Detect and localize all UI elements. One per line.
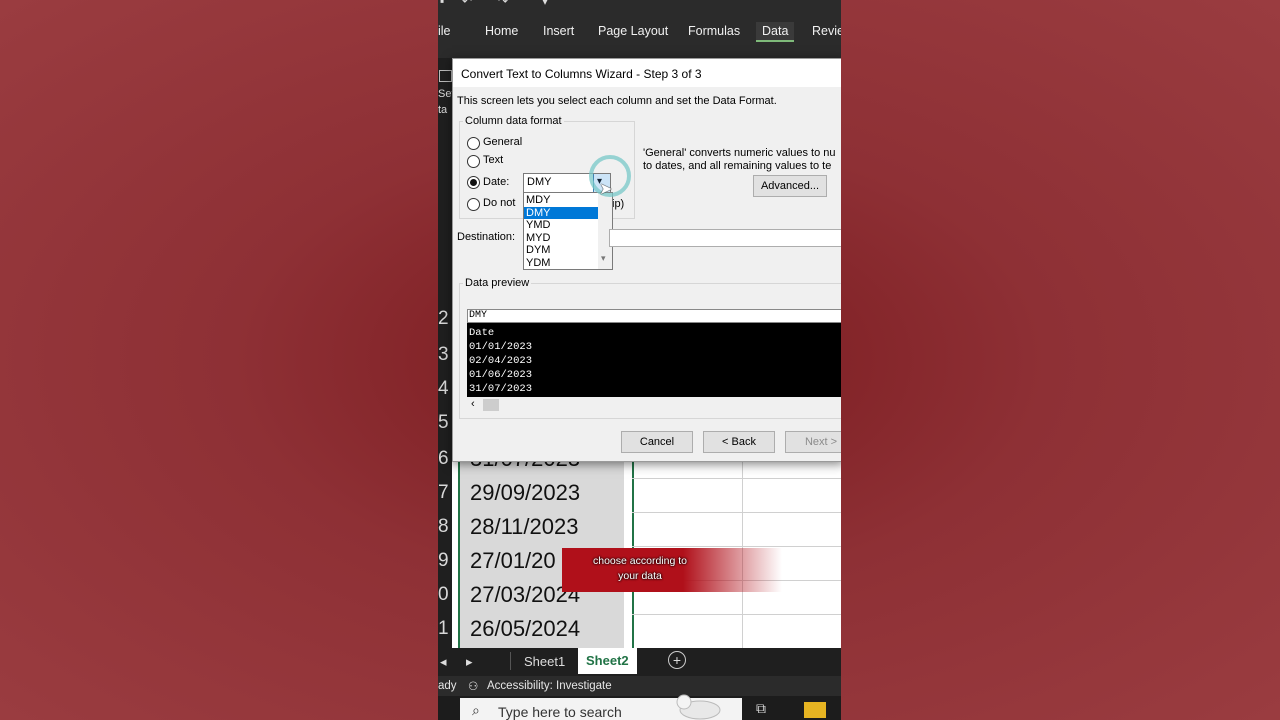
option-ydm[interactable]: YDM	[524, 257, 598, 270]
scroll-thumb[interactable]	[483, 399, 499, 411]
tab-page-layout[interactable]: Page Layout	[598, 24, 668, 38]
dialog-intro: This screen lets you select each column …	[457, 95, 777, 107]
row-number[interactable]: 4	[438, 378, 452, 400]
advanced-button[interactable]: Advanced...	[753, 175, 827, 197]
undo-icon[interactable]: ↶	[462, 0, 472, 8]
general-note: 'General' converts numeric values to nu	[643, 147, 836, 159]
general-note: to dates, and all remaining values to te	[643, 160, 832, 172]
row-number[interactable]: 6	[438, 448, 452, 470]
back-button[interactable]: < Back	[703, 431, 775, 453]
sheet-tab-bar: ◂ ▸ Sheet1 Sheet2 +	[438, 648, 841, 676]
gridline	[632, 512, 841, 513]
redo-icon[interactable]: ↷	[498, 0, 508, 8]
scroll-right-icon[interactable]: ▸	[466, 654, 473, 670]
tab-data[interactable]: Data	[756, 22, 795, 42]
ribbon-label-fragment: ta	[438, 104, 448, 116]
accessibility-status[interactable]: Accessibility: Investigate	[487, 680, 612, 692]
cell[interactable]: 26/05/2024	[460, 614, 624, 649]
selection-border	[458, 458, 460, 648]
row-number[interactable]: 5	[438, 412, 452, 434]
option-mdy[interactable]: MDY	[524, 194, 598, 207]
text-to-columns-dialog: Convert Text to Columns Wizard - Step 3 …	[452, 58, 841, 462]
row-number[interactable]: 1	[438, 618, 452, 640]
preview-line: 02/04/2023	[469, 355, 533, 367]
date-format-value: DMY	[527, 176, 552, 188]
destination-label: Destination:	[457, 231, 516, 243]
row-number[interactable]: 0	[438, 584, 452, 606]
row-number[interactable]: 2	[438, 308, 452, 330]
radio-skip[interactable]	[467, 198, 480, 211]
preview-line: 01/06/2023	[469, 369, 533, 381]
preview-line: 31/07/2023	[469, 383, 533, 395]
scroll-left-icon[interactable]: ‹	[471, 398, 475, 410]
option-dmy[interactable]: DMY	[524, 206, 598, 219]
file-explorer-icon[interactable]	[804, 702, 826, 718]
tab-divider	[510, 652, 511, 670]
taskbar: ⌕ Type here to search ⧉	[438, 694, 841, 720]
dialog-title: Convert Text to Columns Wizard - Step 3 …	[461, 67, 702, 81]
option-myd[interactable]: MYD	[524, 232, 598, 245]
radio-text[interactable]	[467, 155, 480, 168]
customize-qat-icon[interactable]: ▾	[542, 0, 548, 8]
save-icon[interactable]: ▪	[440, 0, 444, 8]
data-preview-pane[interactable]: DMY Date 01/01/2023 02/04/2023 01/06/202…	[467, 309, 841, 397]
tab-insert[interactable]: Insert	[543, 24, 574, 38]
row-number[interactable]: 9	[438, 550, 452, 572]
preview-column-header[interactable]: DMY	[467, 309, 841, 323]
add-sheet-icon[interactable]: +	[668, 651, 686, 669]
next-button[interactable]: Next >	[785, 431, 841, 453]
radio-general[interactable]	[467, 137, 480, 150]
tab-home[interactable]: Home	[485, 24, 518, 38]
option-ymd[interactable]: YMD	[524, 219, 598, 232]
cancel-button[interactable]: Cancel	[621, 431, 693, 453]
radio-skip-label-tail: ip)	[612, 198, 625, 210]
row-number[interactable]: 7	[438, 482, 452, 504]
ribbon: ▪ ↶ ↷ ▾ ile Home Insert Page Layout Form…	[438, 0, 841, 58]
preview-line: Date	[469, 327, 495, 339]
tab-review[interactable]: Revie	[812, 24, 841, 38]
column-format-label: Column data format	[463, 115, 564, 127]
radio-text-label[interactable]: Text	[483, 154, 503, 166]
destination-field[interactable]	[609, 229, 841, 247]
row-number[interactable]: 3	[438, 344, 452, 366]
accessibility-icon[interactable]: ⚇	[468, 679, 478, 693]
gridline	[632, 478, 841, 479]
search-placeholder: Type here to search	[498, 704, 622, 720]
preview-line: 01/01/2023	[469, 341, 533, 353]
preview-scrollbar[interactable]: ‹	[467, 397, 841, 413]
radio-general-label[interactable]: General	[483, 136, 522, 148]
table-icon	[439, 70, 452, 82]
sheet-tab-sheet2[interactable]: Sheet2	[578, 648, 637, 674]
data-preview-label: Data preview	[463, 277, 532, 289]
dialog-titlebar[interactable]: Convert Text to Columns Wizard - Step 3 …	[453, 59, 841, 87]
excel-window: ▪ ↶ ↷ ▾ ile Home Insert Page Layout Form…	[438, 0, 841, 720]
task-view-icon[interactable]: ⧉	[756, 700, 766, 717]
gridline	[632, 546, 841, 547]
date-format-options[interactable]: MDY DMY YMD MYD DYM YDM ▾	[523, 192, 613, 270]
cell[interactable]: 28/11/2023	[460, 512, 624, 547]
scroll-down-icon[interactable]: ▾	[601, 253, 606, 264]
radio-date-label[interactable]: Date:	[483, 176, 509, 188]
caption-text: choose according to your data	[593, 555, 687, 582]
mouse-pointer-icon: ➤	[599, 181, 613, 198]
status-bar: ady ⚇ Accessibility: Investigate	[438, 676, 841, 696]
row-number[interactable]: 8	[438, 516, 452, 538]
search-highlight-image	[670, 692, 728, 720]
gridline	[632, 614, 841, 615]
tab-formulas[interactable]: Formulas	[688, 24, 740, 38]
taskbar-search[interactable]: ⌕ Type here to search	[460, 694, 742, 720]
video-caption: choose according to your data	[562, 548, 782, 592]
cell[interactable]: 29/09/2023	[460, 478, 624, 513]
ready-status: ady	[438, 680, 457, 692]
radio-skip-label[interactable]: Do not	[483, 197, 515, 209]
option-dym[interactable]: DYM	[524, 244, 598, 257]
search-icon: ⌕	[472, 702, 480, 718]
tab-file[interactable]: ile	[438, 24, 451, 38]
radio-date[interactable]	[467, 176, 480, 189]
scroll-left-icon[interactable]: ◂	[440, 654, 447, 670]
row-header-strip: Set ta 2 3 4 5 6 7 8 9 0 1	[438, 58, 455, 650]
sheet-tab-sheet1[interactable]: Sheet1	[524, 654, 565, 669]
